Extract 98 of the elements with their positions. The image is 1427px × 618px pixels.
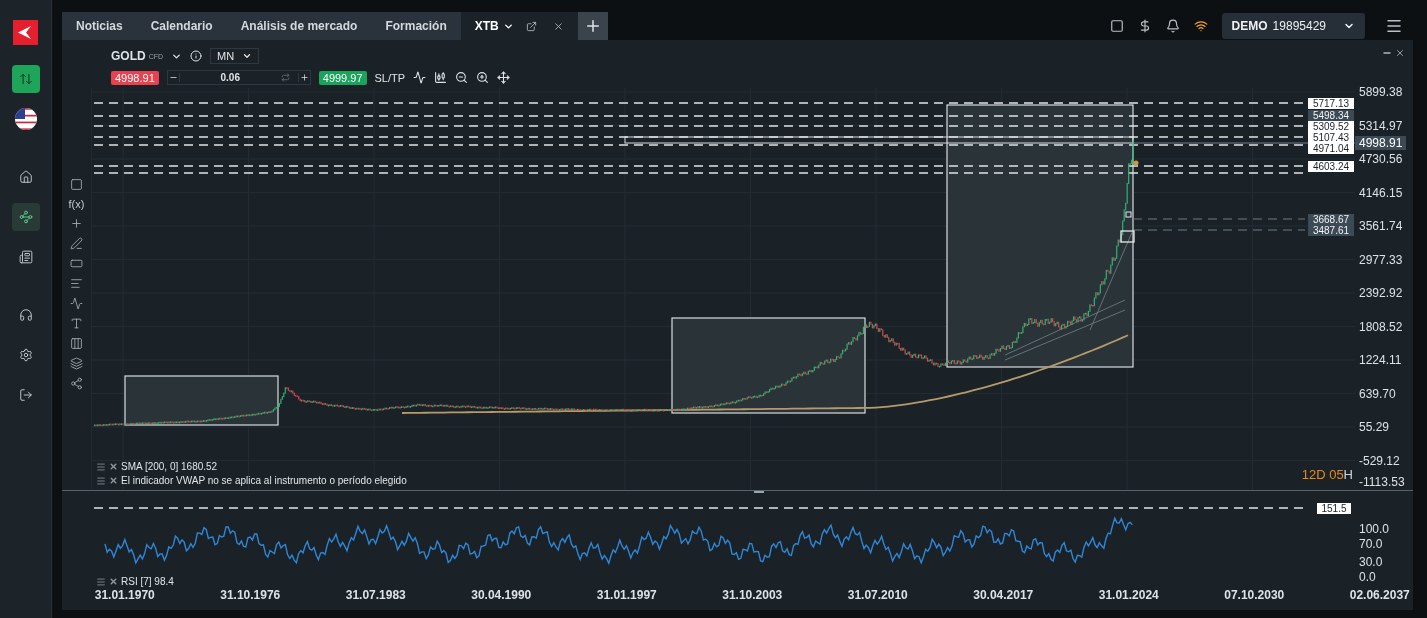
tab[interactable]: Noticias	[62, 12, 137, 40]
level-label: 5498.34	[1308, 109, 1354, 121]
tab[interactable]: Calendario	[136, 12, 227, 40]
date-label: 30.04.2017	[972, 588, 1035, 604]
order-marker	[1120, 230, 1135, 243]
sidebar-item[interactable]	[11, 203, 40, 231]
news-icon	[18, 250, 33, 264]
date-label: 31.01.1997	[595, 588, 658, 604]
order-marker	[1125, 211, 1132, 218]
line-chart-icon[interactable]	[413, 71, 427, 84]
instrument-name[interactable]: GOLD	[111, 49, 146, 63]
fan-icon[interactable]	[70, 297, 83, 310]
axis-label: 5314.97	[1359, 118, 1404, 133]
date-label: 31.01.2024	[1097, 588, 1160, 604]
caret-icon	[242, 51, 253, 61]
sell-price[interactable]: 4998.91	[111, 70, 159, 85]
candle-countdown: 12D 05H	[1301, 467, 1353, 482]
move-icon[interactable]	[497, 71, 511, 84]
line-tool-icon[interactable]	[70, 237, 83, 250]
layout-icon[interactable]	[70, 178, 83, 191]
axis-label: 639.70	[1359, 386, 1397, 401]
date-label: 31.10.2003	[721, 588, 784, 604]
axis-label: -1113.53	[1359, 475, 1406, 489]
date-label: 31.10.1976	[219, 588, 282, 604]
home-icon	[18, 170, 33, 184]
chart-icon	[18, 210, 33, 224]
date-label: 31.01.1970	[93, 588, 156, 604]
close-icon[interactable]	[1395, 48, 1405, 58]
function-tool[interactable]: f(x)	[68, 198, 85, 210]
axis-label: 0.0	[1359, 571, 1377, 584]
layers-icon[interactable]	[70, 357, 83, 370]
axis-label: 30.0	[1359, 556, 1384, 569]
indicator-legend: SMA [200, 0] 1680.52	[121, 461, 218, 472]
tab[interactable]: Análisis de mercado	[226, 12, 372, 40]
axis-label: 1808.52	[1359, 319, 1404, 334]
transfer-icon	[18, 72, 33, 86]
alert-marker	[1133, 160, 1139, 166]
indicator-legend: El indicador VWAP no se aplica al instrumento o período elegido	[121, 475, 407, 486]
date-label: 31.07.1983	[344, 588, 407, 604]
fullscreen-icon[interactable]	[1109, 19, 1124, 33]
add-tab-button[interactable]	[577, 12, 608, 40]
logout-icon	[18, 388, 33, 402]
settings-icon	[18, 348, 33, 362]
share-icon[interactable]	[70, 377, 83, 390]
tab[interactable]: XTB	[460, 12, 578, 40]
info-icon[interactable]	[190, 50, 203, 62]
popout-icon[interactable]	[525, 20, 537, 32]
level-label: 5107.43	[1308, 131, 1354, 143]
date-label: 02.06.2037	[1348, 588, 1411, 604]
repeat-icon	[280, 73, 290, 82]
plus-icon[interactable]	[299, 73, 309, 82]
menu-icon[interactable]	[1385, 17, 1403, 35]
level-label: 4603.24	[1308, 160, 1354, 172]
account-selector[interactable]: DEMO 19895429	[1221, 13, 1365, 39]
level-label: 4971.04	[1308, 142, 1354, 154]
bell-icon[interactable]	[1165, 19, 1180, 33]
axis-label: 5899.38	[1359, 85, 1404, 99]
wifi-icon	[1193, 19, 1208, 33]
sltp-button[interactable]: SL/TP	[374, 71, 406, 84]
level-label: 151.5	[1317, 503, 1351, 514]
rectangle-icon[interactable]	[70, 257, 83, 270]
headset-icon	[18, 308, 33, 322]
date-label: 07.10.2030	[1223, 588, 1286, 604]
axis-label: 70.0	[1359, 538, 1384, 551]
volume-field[interactable]: 0.06	[166, 70, 311, 85]
logo-icon	[13, 20, 38, 45]
sidebar-item[interactable]	[11, 65, 40, 93]
level-label: 3668.67	[1308, 213, 1354, 225]
axis-label: 4730.56	[1359, 152, 1404, 166]
candles-icon[interactable]	[70, 337, 83, 350]
close-icon[interactable]	[109, 462, 118, 471]
axis-label: 3561.74	[1359, 219, 1404, 233]
fibonacci-icon[interactable]	[70, 277, 83, 290]
crosshair-icon[interactable]	[70, 217, 83, 230]
axis-label: 2392.92	[1359, 286, 1404, 300]
zoom-out-icon[interactable]	[455, 71, 469, 84]
level-label: 5717.13	[1308, 97, 1354, 109]
date-label: 31.07.2010	[846, 588, 909, 604]
level-label: 3487.61	[1308, 224, 1354, 236]
close-icon[interactable]	[552, 20, 564, 32]
current-price-tag: 4998.91	[1355, 136, 1407, 150]
axis-label: 100.0	[1359, 523, 1391, 536]
axis-label: 4146.15	[1359, 185, 1404, 200]
axis-label: -529.12	[1359, 453, 1401, 468]
tab[interactable]: Formación	[371, 12, 461, 40]
close-icon[interactable]	[109, 476, 118, 485]
indicator-legend: RSI [7] 98.4	[121, 576, 174, 587]
axis-label: 2977.33	[1359, 252, 1404, 267]
level-label: 5309.52	[1308, 120, 1354, 132]
date-label: 30.04.1990	[470, 588, 533, 604]
flag-icon	[14, 108, 37, 130]
axis-label: 1224.11	[1359, 353, 1403, 367]
close-icon[interactable]	[109, 577, 118, 586]
axis-label: 55.29	[1359, 420, 1391, 434]
text-tool-icon[interactable]	[70, 317, 83, 330]
zoom-in-icon[interactable]	[476, 71, 490, 84]
timeframe-select[interactable]: MN	[210, 48, 260, 64]
resize-handle[interactable]	[754, 491, 764, 493]
